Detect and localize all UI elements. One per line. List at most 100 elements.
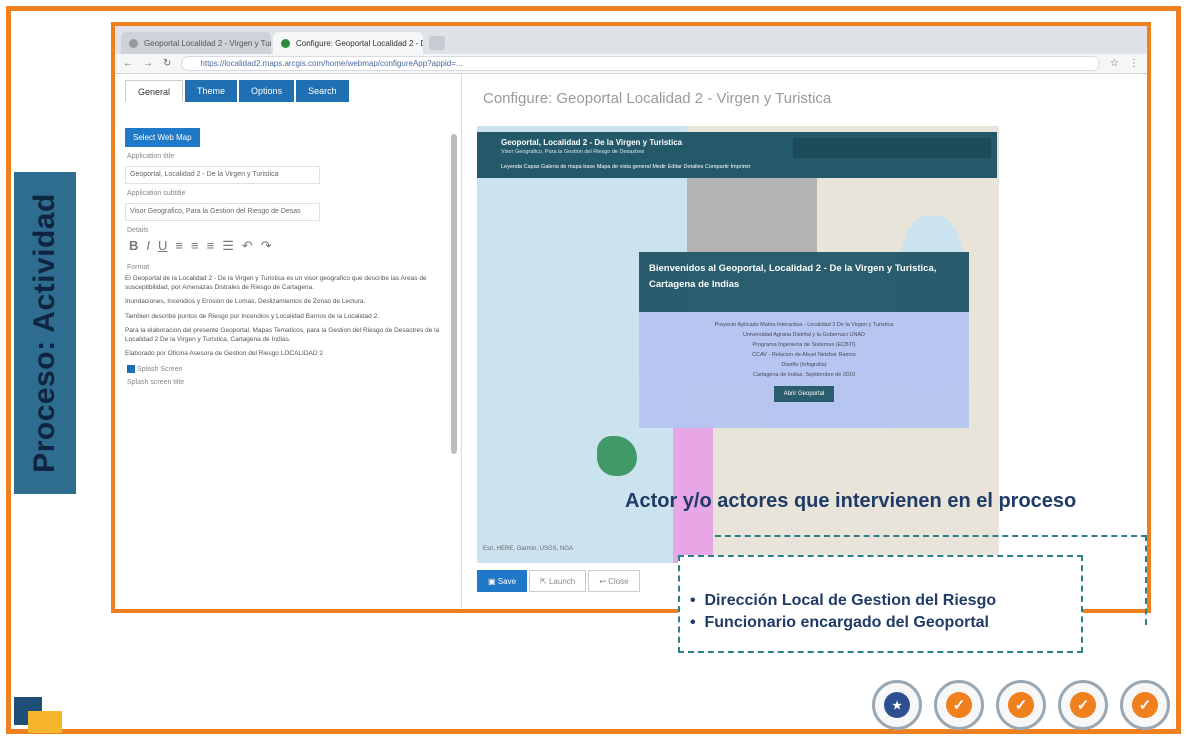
check-icon: ✓: [946, 692, 972, 718]
page-title: Configure: Geoportal Localidad 2 - Virge…: [483, 90, 832, 107]
map-toolbar[interactable]: Leyenda Capas Galeria de mapa base Mapa …: [501, 164, 750, 170]
map-attribution: Esri, HERE, Garmin, USGS, NGA: [483, 546, 574, 552]
close-button[interactable]: ↩ Close: [588, 570, 640, 592]
panel-scrollbar[interactable]: [451, 134, 457, 454]
actor-text: Dirección Local de Gestion del Riesgo: [704, 592, 997, 609]
undo-icon[interactable]: ↶: [242, 238, 253, 254]
details-label: Details: [127, 227, 149, 234]
save-label: Save: [497, 576, 517, 586]
reload-icon[interactable]: ↻: [163, 58, 171, 69]
certification-logos: ★ ✓ ✓ ✓ ✓: [872, 680, 1170, 730]
config-tabs: General Theme Options Search: [115, 74, 461, 102]
list-icon[interactable]: ☰: [222, 238, 234, 254]
actors-list: • Dirección Local de Gestion del Riesgo …: [690, 590, 996, 634]
url-input[interactable]: https://localidad2.maps.arcgis.com/home/…: [181, 56, 1101, 71]
save-button[interactable]: ▣ Save: [477, 570, 528, 592]
align-center-icon[interactable]: ≡: [191, 238, 199, 254]
map-search-input[interactable]: [793, 138, 991, 158]
map-title: Geoportal, Localidad 2 - De la Virgen y …: [501, 138, 683, 147]
details-paragraph: Inundaciones, Incendios y Erosion de Lom…: [125, 298, 366, 305]
welcome-body: Proyecto Aplicado Matria Interactiva - L…: [639, 312, 969, 402]
editor-toolbar: BIU ≡ ≡ ≡ ☰ ↶ ↷: [115, 234, 461, 258]
close-icon: ↩: [599, 576, 606, 586]
format-label: Format: [127, 264, 150, 271]
star-icon[interactable]: ☆: [1110, 58, 1119, 69]
process-label-text: Proceso: Actividad: [28, 193, 62, 473]
actor-text: Funcionario encargado del Geoportal: [704, 614, 989, 631]
splash-title-label: Splash screen title: [127, 378, 185, 386]
launch-icon: ⇱: [540, 576, 547, 586]
details-paragraph: Tambien describe puntos de Riesgo por In…: [125, 312, 380, 320]
check-icon: ✓: [1070, 692, 1096, 718]
map-green-zone: [597, 436, 637, 476]
tab-favicon-icon: [129, 38, 138, 48]
browser-screenshot: Geoportal Localidad 2 - Virgen y Tur...✕…: [111, 22, 1151, 613]
redo-icon[interactable]: ↷: [261, 238, 272, 254]
check-icon: ✓: [1008, 692, 1034, 718]
select-web-map-button[interactable]: Select Web Map: [125, 128, 200, 147]
app-subtitle-label: Application subtitle: [127, 190, 186, 197]
splash-screen-text: Splash Screen: [136, 365, 183, 373]
launch-button[interactable]: ⇱ Launch: [529, 570, 587, 592]
actor-item: • Funcionario encargado del Geoportal: [690, 614, 989, 631]
map-header: Geoportal, Localidad 2 - De la Virgen y …: [477, 132, 997, 178]
welcome-line: Universidad Agraria Distrital y la Gober…: [743, 332, 865, 338]
actors-heading: Actor y/o actores que intervienen en el …: [625, 490, 1077, 512]
browser-tab[interactable]: Geoportal Localidad 2 - Virgen y Tur...✕: [121, 32, 271, 54]
certification-icon: ✓: [1120, 680, 1170, 730]
check-icon: ✓: [1132, 692, 1158, 718]
splash-screen-label[interactable]: Splash Screen: [127, 364, 461, 373]
new-tab-button[interactable]: [429, 36, 445, 50]
bold-icon[interactable]: B: [129, 238, 138, 254]
action-buttons: ▣ Save ⇱ Launch ↩ Close: [477, 570, 640, 592]
certification-icon: ✓: [934, 680, 984, 730]
details-paragraph: Elaborado por Oficina Asesora de Gestion…: [125, 350, 323, 357]
browser-tab-active[interactable]: Configure: Geoportal Localidad 2 - De...…: [273, 32, 423, 54]
tab-search[interactable]: Search: [296, 80, 349, 102]
browser-tab-bar: Geoportal Localidad 2 - Virgen y Tur...✕…: [115, 26, 1147, 54]
tab-theme[interactable]: Theme: [185, 80, 238, 102]
details-paragraph: El Geoportal de la Localidad 2 - De la V…: [125, 275, 427, 291]
map-gray-zone: [687, 166, 817, 256]
forward-icon[interactable]: →: [143, 58, 153, 69]
tab-options[interactable]: Options: [239, 80, 295, 102]
config-preview: Configure: Geoportal Localidad 2 - Virge…: [463, 74, 1147, 609]
app-title-input[interactable]: Geoportal, Localidad 2 - De la Virgen y …: [125, 166, 320, 184]
process-label: Proceso: Actividad: [14, 172, 76, 494]
close-label: Close: [608, 576, 629, 586]
align-left-icon[interactable]: ≡: [175, 238, 183, 254]
colombia-seal-icon: ★: [872, 680, 922, 730]
open-geoportal-button[interactable]: Abrir Geoportal: [773, 386, 835, 402]
welcome-dialog: Bienvenidos al Geoportal, Localidad 2 - …: [639, 252, 969, 428]
menu-icon[interactable]: ⋮: [1129, 58, 1139, 69]
details-paragraph: Para la elaboracion del presente Geoport…: [125, 327, 440, 343]
welcome-line: Cartagena de Indias, Septiembre de 2019: [752, 372, 856, 378]
tab-label: Configure: Geoportal Localidad 2 - De...: [296, 38, 423, 48]
actor-item: • Dirección Local de Gestion del Riesgo: [690, 592, 997, 609]
launch-label: Launch: [548, 576, 576, 586]
seal-glyph: ★: [884, 692, 910, 718]
tab-label: Geoportal Localidad 2 - Virgen y Tur...: [144, 38, 271, 48]
certification-icon: ✓: [996, 680, 1046, 730]
welcome-line: Programa Ingenieria de Sistemas (ECBTI): [752, 342, 856, 348]
welcome-line: CCAV - Relacion de Abuel Netzbor Ramos: [752, 352, 856, 358]
config-left-panel: General Theme Options Search Select Web …: [115, 74, 462, 609]
align-right-icon[interactable]: ≡: [207, 238, 215, 254]
italic-icon[interactable]: I: [146, 238, 150, 254]
app-subtitle-input[interactable]: Visor Geografico, Para la Gestion del Ri…: [125, 203, 320, 221]
address-bar: ← → ↻ https://localidad2.maps.arcgis.com…: [115, 54, 1147, 74]
back-icon[interactable]: ←: [123, 58, 133, 69]
map-subtitle: Visor Geografico, Para la Gestion del Ri…: [501, 149, 645, 155]
details-editor[interactable]: El Geoportal de la Localidad 2 - De la V…: [125, 275, 451, 359]
tab-favicon-icon: [281, 38, 290, 48]
welcome-title: Bienvenidos al Geoportal, Localidad 2 - …: [639, 252, 969, 312]
certification-icon: ✓: [1058, 680, 1108, 730]
welcome-line: Proyecto Aplicado Matria Interactiva - L…: [714, 322, 894, 328]
underline-icon[interactable]: U: [158, 238, 167, 254]
tab-general[interactable]: General: [125, 80, 184, 102]
app-title-label: Application title: [127, 153, 175, 160]
checkbox-icon[interactable]: [127, 364, 135, 373]
welcome-line: Diseño (Infografia): [781, 362, 827, 368]
corner-decoration-accent: [28, 711, 62, 733]
save-icon: ▣: [488, 576, 496, 586]
